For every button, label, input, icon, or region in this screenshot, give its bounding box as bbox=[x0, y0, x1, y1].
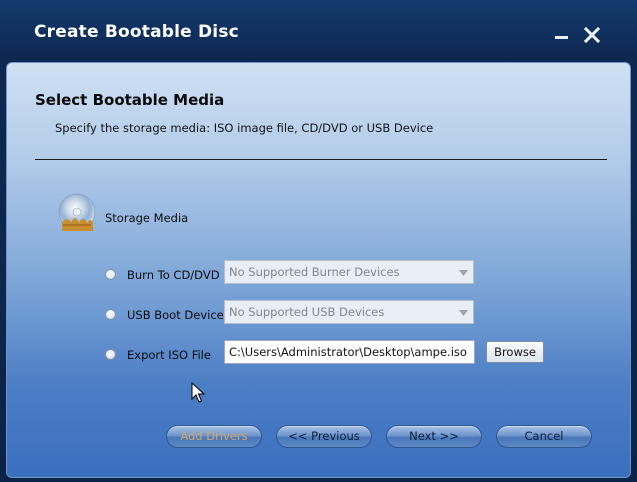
storage-media-label: Storage Media bbox=[105, 211, 189, 225]
export-iso-file-label: Export ISO File bbox=[127, 348, 211, 362]
cancel-button[interactable]: Cancel bbox=[496, 425, 592, 448]
section-title: Select Bootable Media bbox=[35, 91, 225, 109]
next-button[interactable]: Next >> bbox=[386, 425, 482, 448]
iso-path-input[interactable]: C:\Users\Administrator\Desktop\ampe.iso bbox=[224, 340, 475, 364]
usb-device-value: No Supported USB Devices bbox=[229, 305, 385, 319]
section-subtitle: Specify the storage media: ISO image fil… bbox=[55, 121, 434, 135]
burner-device-value: No Supported Burner Devices bbox=[229, 265, 400, 279]
close-button[interactable] bbox=[583, 26, 603, 46]
add-drivers-button[interactable]: Add Drivers bbox=[166, 425, 262, 448]
close-icon bbox=[583, 26, 601, 44]
chevron-down-icon bbox=[459, 270, 468, 276]
usb-boot-device-radio[interactable] bbox=[105, 309, 116, 320]
usb-device-dropdown[interactable]: No Supported USB Devices bbox=[224, 300, 474, 324]
cd-disc-icon bbox=[58, 193, 96, 231]
burn-cd-dvd-label: Burn To CD/DVD bbox=[127, 268, 220, 282]
title-bar[interactable]: Create Bootable Disc bbox=[0, 0, 637, 60]
export-iso-file-radio[interactable] bbox=[105, 349, 116, 360]
minimize-button[interactable] bbox=[552, 26, 572, 46]
previous-button[interactable]: << Previous bbox=[276, 425, 372, 448]
dialog-window: Create Bootable Disc Select Bootable Med… bbox=[0, 0, 637, 482]
content-panel: Select Bootable Media Specify the storag… bbox=[6, 62, 631, 478]
mouse-pointer-icon bbox=[191, 382, 205, 403]
header-divider bbox=[35, 159, 607, 160]
usb-boot-device-label: USB Boot Device bbox=[127, 308, 224, 322]
window-title: Create Bootable Disc bbox=[34, 22, 239, 42]
browse-button[interactable]: Browse bbox=[486, 341, 544, 363]
burn-cd-dvd-radio[interactable] bbox=[105, 269, 116, 280]
minimize-icon bbox=[555, 36, 568, 39]
burner-device-dropdown[interactable]: No Supported Burner Devices bbox=[224, 260, 474, 284]
chevron-down-icon bbox=[459, 310, 468, 316]
